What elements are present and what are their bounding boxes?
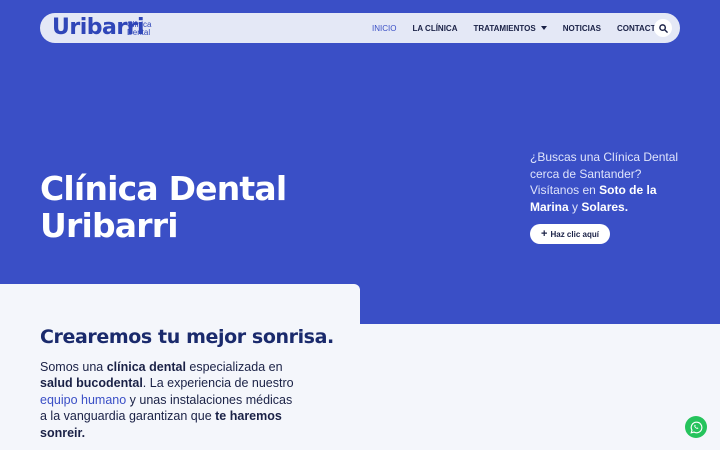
hero-location-soto: Soto de la bbox=[599, 183, 657, 197]
intro-text-5: a la vanguardia garantizan que bbox=[40, 409, 216, 424]
hero-side-line2: cerca de Santander? bbox=[530, 166, 642, 181]
intro-text-4: y unas instalaciones médicas bbox=[126, 392, 293, 407]
nav-item-tratamientos-label: TRATAMIENTOS bbox=[473, 23, 536, 33]
intro-bold-sonreir: sonreir. bbox=[40, 425, 86, 440]
intro-text-1: Somos una bbox=[40, 360, 107, 374]
nav-item-noticias[interactable]: NOTICIAS bbox=[563, 24, 601, 33]
hero-side-line3: Visítanos en Soto de la bbox=[530, 182, 700, 199]
top-navigation: Uribarri Clínica Dental INICIO LA CLÍNIC… bbox=[40, 13, 680, 43]
intro-paragraph: Somos una clínica dental especializada e… bbox=[40, 359, 300, 441]
intro-bold-salud: salud bucodental bbox=[40, 376, 143, 391]
intro-title: Crearemos tu mejor sonrisa. bbox=[40, 326, 334, 348]
nav-item-inicio[interactable]: INICIO bbox=[372, 24, 396, 33]
search-icon bbox=[658, 23, 668, 33]
hero-side-text: ¿Buscas una Clínica Dental cerca de Sant… bbox=[530, 149, 700, 215]
search-button[interactable] bbox=[654, 19, 672, 37]
hero-side-line4: Marina y Solares. bbox=[530, 199, 700, 216]
whatsapp-icon bbox=[689, 421, 702, 434]
hero-location-solares: Solares. bbox=[581, 199, 629, 214]
cta-button[interactable]: + Haz clic aquí bbox=[530, 224, 610, 244]
brand-sub-line2: Dental bbox=[127, 28, 151, 37]
hero-title-line2: Uribarri bbox=[40, 206, 179, 245]
nav-item-tratamientos[interactable]: TRATAMIENTOS bbox=[473, 23, 547, 33]
hero-title-line1: Clínica Dental bbox=[40, 169, 287, 208]
whatsapp-button[interactable] bbox=[685, 416, 707, 438]
intro-text-2: especializada en bbox=[185, 360, 283, 374]
intro-bold-haremos: te haremos bbox=[215, 409, 282, 424]
main-menu: INICIO LA CLÍNICA TRATAMIENTOS NOTICIAS … bbox=[372, 13, 678, 43]
nav-item-la-clinica[interactable]: LA CLÍNICA bbox=[412, 24, 457, 33]
equipo-humano-link[interactable]: equipo humano bbox=[40, 393, 126, 407]
plus-icon: + bbox=[541, 228, 548, 240]
hero-side-line1: ¿Buscas una Clínica Dental bbox=[530, 150, 679, 164]
brand-subtitle: Clínica Dental bbox=[127, 21, 167, 37]
hero-location-marina: Marina bbox=[530, 199, 569, 214]
cta-label: Haz clic aquí bbox=[550, 229, 599, 239]
chevron-down-icon bbox=[540, 26, 547, 30]
intro-bold-clinica: clínica dental bbox=[106, 360, 186, 374]
hero-side-connector: y bbox=[568, 199, 582, 214]
intro-text-3: . La experiencia de nuestro bbox=[142, 376, 294, 391]
hero-side-line3a: Visítanos en bbox=[530, 183, 600, 197]
hero-title: Clínica Dental Uribarri bbox=[40, 170, 340, 244]
